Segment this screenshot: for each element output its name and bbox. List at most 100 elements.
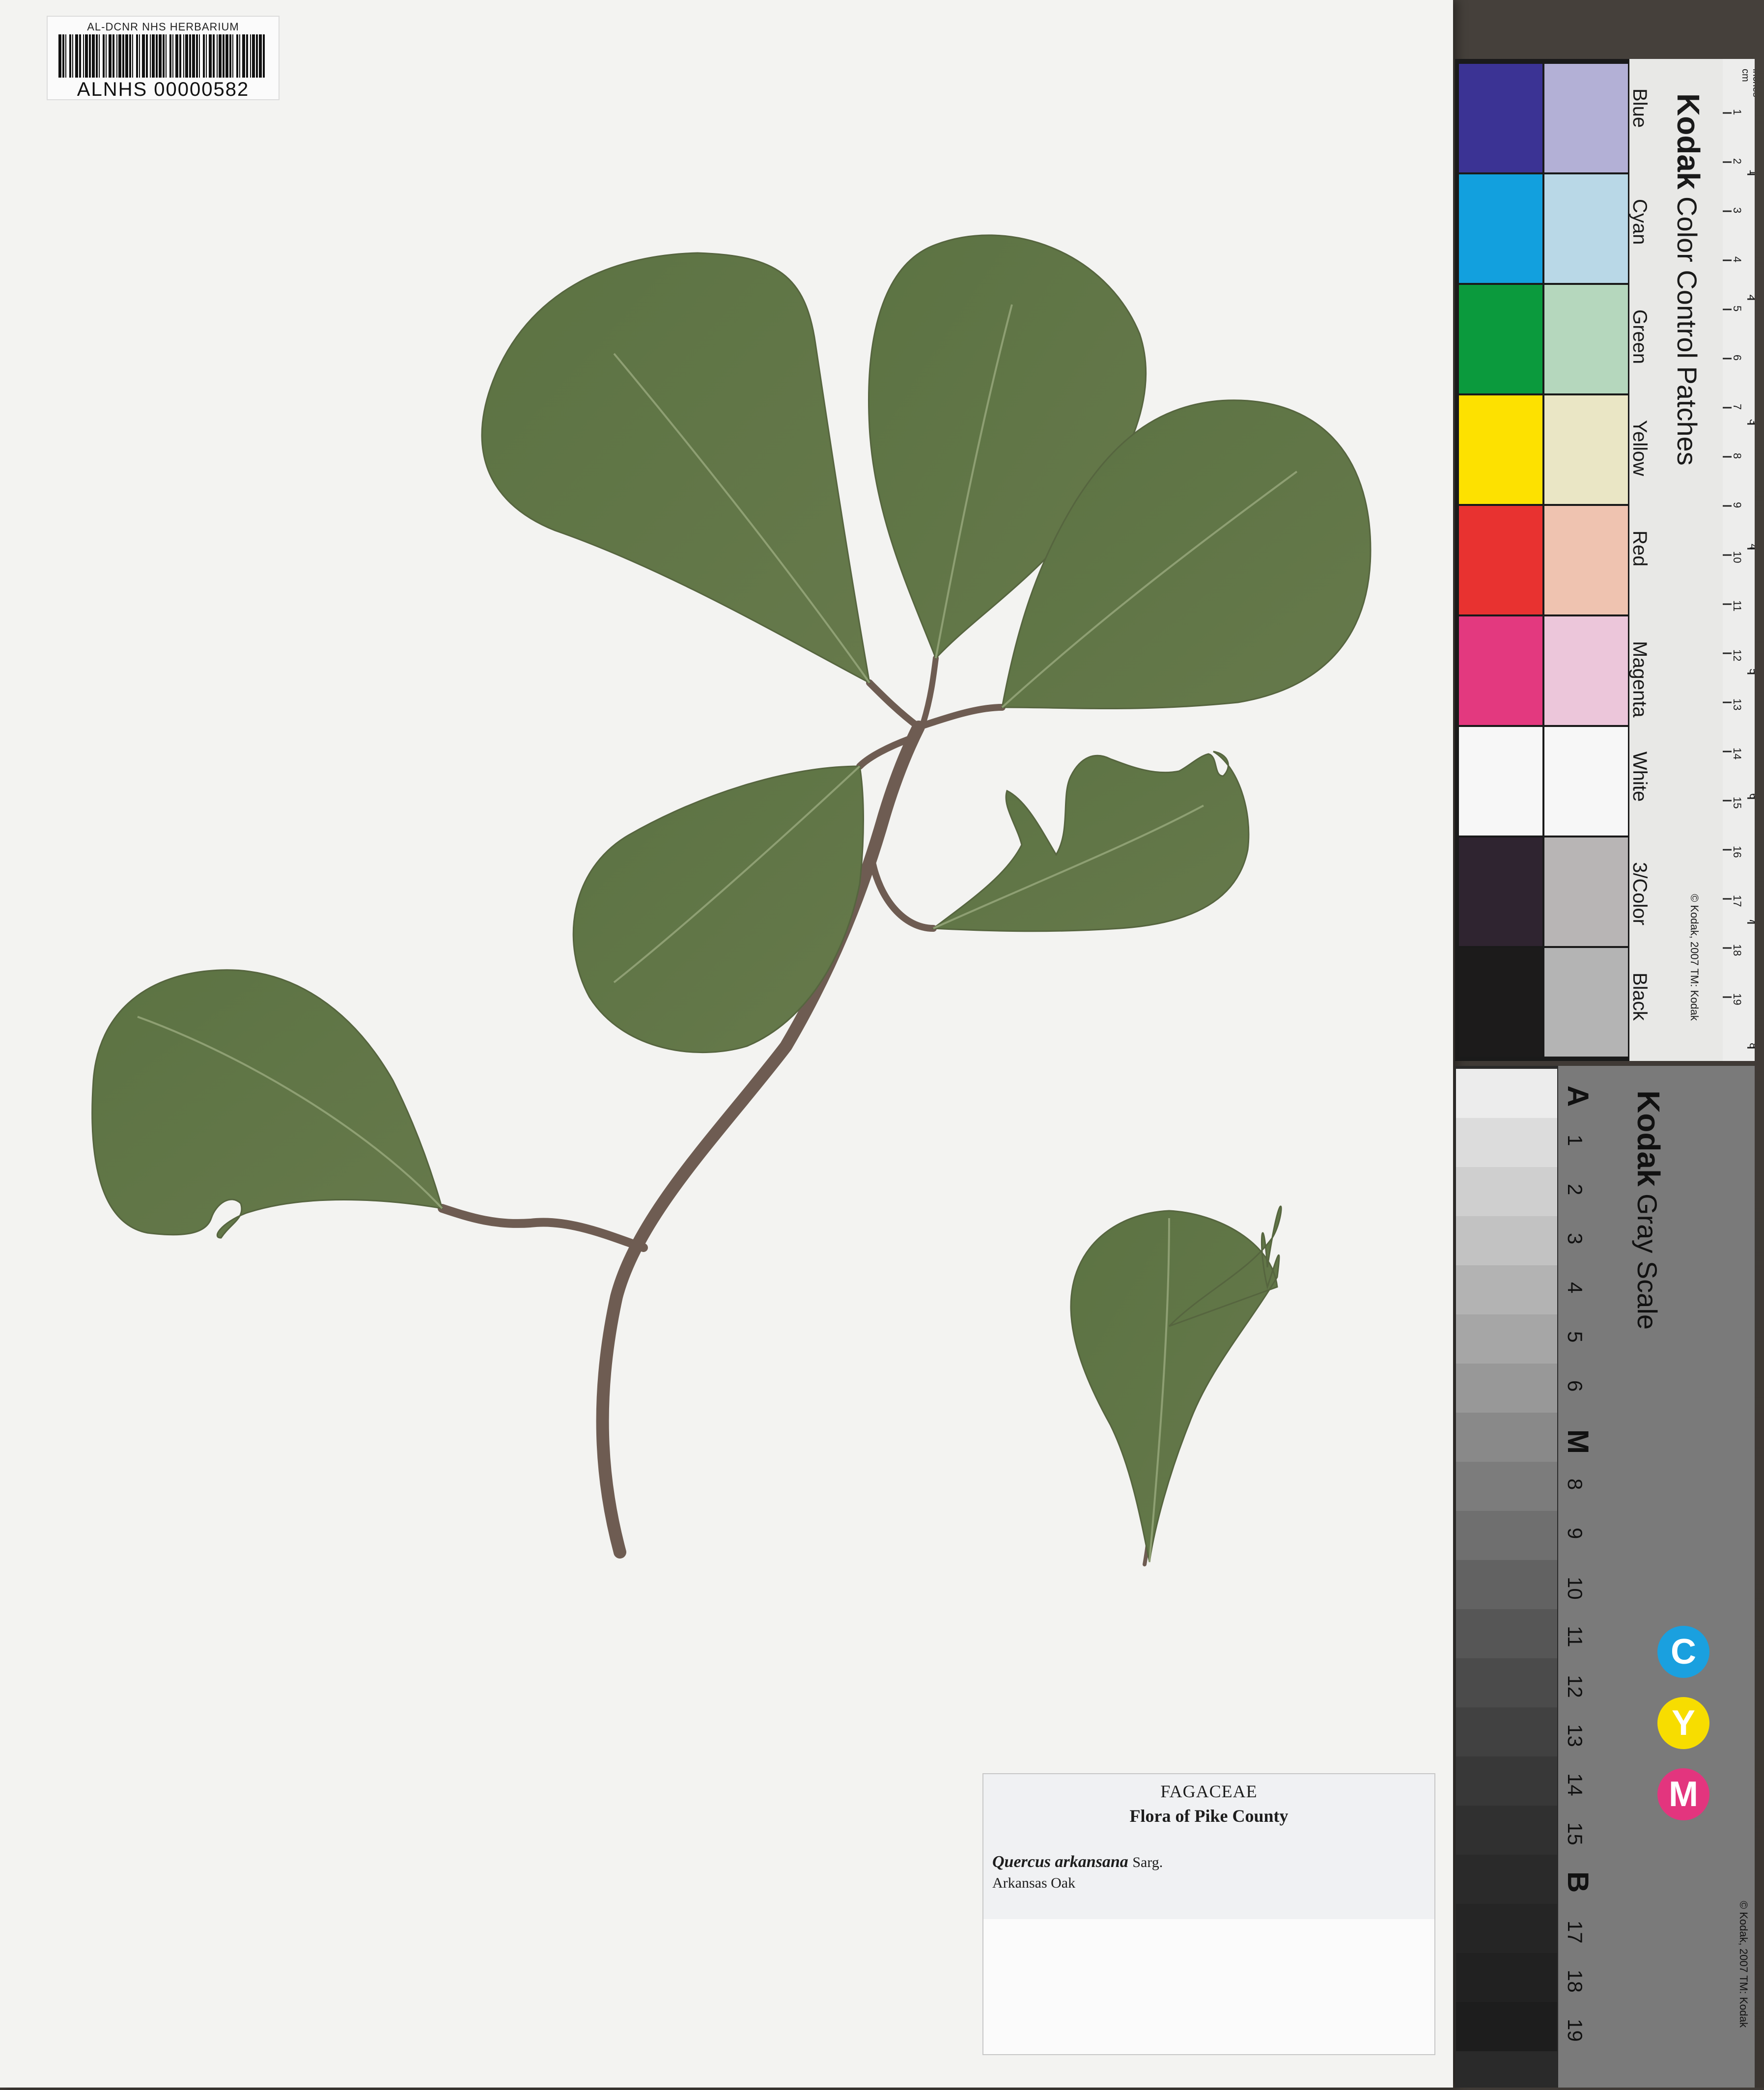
color-patch-name: Blue [1629,88,1651,128]
gray-step-label: 4 [1564,1282,1587,1293]
leaf [91,969,444,1239]
gray-step [1456,1855,1557,1904]
color-patch-name: Cyan [1629,199,1651,245]
gray-step [1456,1756,1557,1806]
ruler-cm-label: 9 [1731,502,1743,508]
gray-step-label: A [1562,1086,1595,1107]
color-patch-dark [1459,395,1542,504]
color-patch-light [1544,64,1628,172]
ruler-cm-label: 8 [1731,453,1743,459]
color-patch-light [1544,727,1628,836]
ruler-cm-label: 19 [1731,993,1743,1005]
gray-step [1456,1216,1557,1265]
ruler-unit-cm: cm [1740,69,1751,82]
ruler-cm-label: 16 [1731,846,1743,858]
gray-step [1456,1413,1557,1462]
ruler-cm-label: 13 [1731,698,1743,710]
gray-step-label: 9 [1564,1528,1587,1539]
gray-scale-legend: A 1 2 3 4 5 6 M 8 9 10 11 12 13 14 15 B 17 18 19 Kodak Gray S… [1558,1066,1755,2088]
gray-step-label: 11 [1564,1626,1587,1647]
leaves [91,234,1372,1562]
color-patch-light [1544,837,1628,946]
gray-step [1456,1904,1557,1953]
gray-step [1456,1265,1557,1314]
gray-step-label: M [1562,1429,1595,1454]
color-patch-name: White [1629,752,1651,802]
leaf [572,765,864,1053]
gray-step [1456,1167,1557,1216]
gray-step-label: 15 [1564,1822,1587,1845]
color-patch-dark [1459,837,1542,946]
gray-step [1456,1364,1557,1413]
ruler-cm-label: 5 [1731,306,1743,311]
color-patch-name: Red [1629,530,1651,566]
color-patch-dark [1459,616,1542,725]
specimen-label: FAGACEAE Flora of Pike County Quercus ar… [982,1773,1435,2055]
gray-step [1456,1314,1557,1364]
label-species-line: Quercus arkansana Sarg. [992,1853,1163,1871]
color-patch-light [1544,616,1628,725]
color-chart-title: Color Control Patches [1672,196,1703,466]
gray-step [1456,1609,1557,1658]
color-patch-name: Yellow [1629,420,1651,476]
color-patch-name: Green [1629,309,1651,364]
label-species-name: Quercus arkansana [992,1853,1128,1871]
gray-step-label: 6 [1564,1380,1587,1392]
color-patch-dark [1459,64,1542,172]
ruler-cm-label: 15 [1731,797,1743,808]
gray-step-label: 8 [1564,1478,1587,1490]
gray-step-label: 2 [1564,1184,1587,1195]
color-patch-name: Black [1629,973,1651,1021]
gray-step-label: 17 [1564,1921,1587,1944]
ruler-in-label: 4 [1747,544,1755,550]
color-patch-light [1544,948,1628,1057]
ruler-unit-inches: inches [1751,69,1755,97]
gray-step-label: 3 [1564,1233,1587,1244]
color-patch-light [1544,506,1628,614]
ruler-in-label: 1 [1747,169,1755,175]
color-patch-name: Magenta [1629,641,1651,718]
gray-step-label: 19 [1564,2019,1587,2042]
ruler-cm-label: 12 [1731,649,1743,661]
ruler-cm-label: 3 [1731,207,1743,213]
gray-step-label: B [1562,1871,1595,1893]
gray-step [1456,1806,1557,1855]
color-patch-dark [1459,948,1542,1057]
cym-mark: Y [1657,1697,1709,1749]
ruler-in-label: 6 [1747,793,1755,799]
gray-step [1456,1118,1557,1167]
color-patch-dark [1459,506,1542,614]
color-patch-light [1544,174,1628,283]
leaf [481,252,870,684]
label-author: Sarg. [1132,1854,1163,1870]
ruler-cm-label: 7 [1731,404,1743,410]
gray-step [1456,1953,1557,2002]
gray-step [1456,1462,1557,1511]
color-chart-legend: Blue Cyan Green Yellow Red Magenta White 3/Colo… [1629,59,1762,1061]
kodak-color-chart: Blue Cyan Green Yellow Red Magenta White 3/Colo… [1455,59,1762,1061]
ruler-in-label: 2 [1747,294,1755,300]
cym-mark: C [1657,1626,1709,1678]
ruler-cm-label: 10 [1731,551,1743,563]
ruler-cm-label: 18 [1731,944,1743,956]
gray-step [1456,1658,1557,1707]
leaf [931,751,1250,932]
color-chart-brand: Kodak [1671,93,1706,190]
gray-scale-copyright: © Kodak, 2007 TM: Kodak [1737,1901,1750,2028]
kodak-gray-scale: A 1 2 3 4 5 6 M 8 9 10 11 12 13 14 15 B 17 18 19 Kodak Gray S… [1455,1066,1755,2088]
gray-scale-title: Gray Scale [1632,1194,1663,1330]
gray-step [1456,1707,1557,1756]
color-patch-light [1544,395,1628,504]
gray-step [1456,1560,1557,1609]
color-patch-name: 3/Color [1629,862,1651,925]
gray-step-label: 13 [1564,1724,1587,1747]
ruler-cm-label: 2 [1731,158,1743,164]
gray-step-label: 12 [1564,1675,1587,1698]
gray-scale-text: A123456M89101112131415B171819KodakGray S… [1562,1086,1750,2042]
gray-step [1456,2002,1557,2051]
gray-step-label: 5 [1564,1331,1587,1342]
gray-step [1456,1069,1557,1118]
ruler-cm-label: 6 [1731,355,1743,361]
color-patch-dark [1459,727,1542,836]
color-chart-copyright: © Kodak, 2007 TM: Kodak [1688,894,1701,1021]
